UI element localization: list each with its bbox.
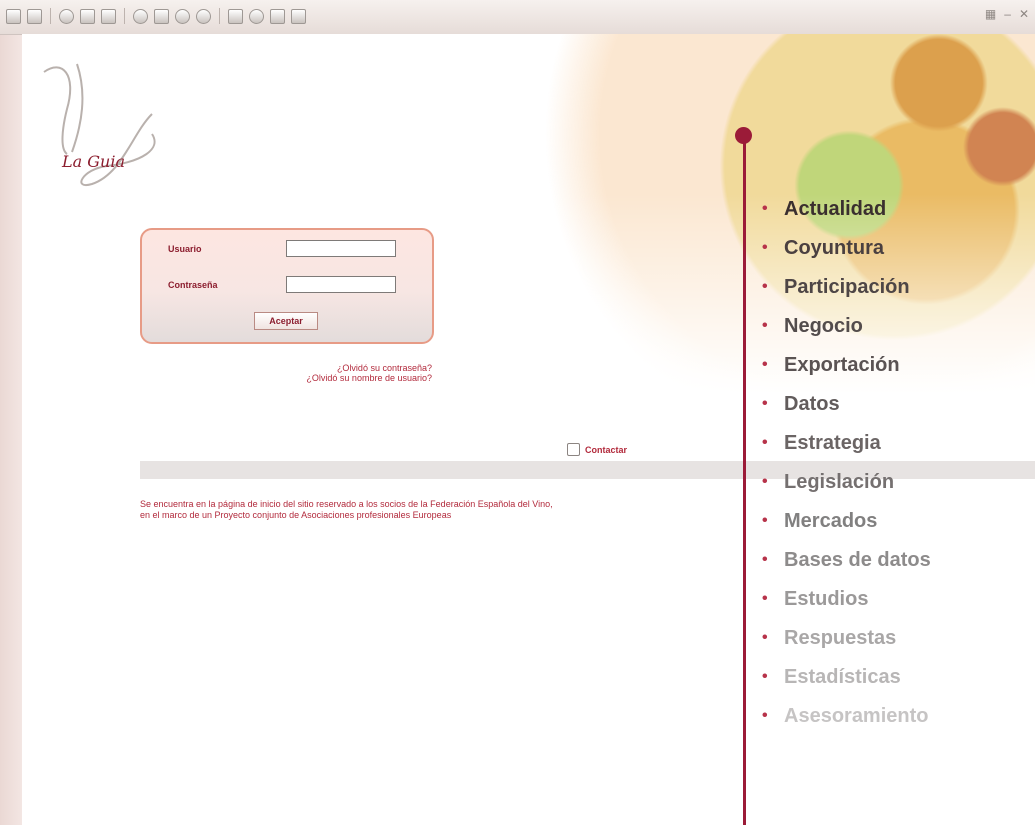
toolbar-separator (124, 8, 125, 24)
favorites-icon[interactable] (154, 8, 169, 24)
throbber-icon: ▦ (984, 7, 997, 21)
contact-link[interactable]: Contactar (567, 443, 627, 456)
toolbar-separator (219, 8, 220, 24)
nav-item-label: Coyuntura (784, 237, 884, 259)
password-input[interactable] (286, 276, 396, 293)
nav-item-actualidad[interactable]: • Actualidad (762, 198, 931, 237)
nav-item-bases-de-datos[interactable]: • Bases de datos (762, 549, 931, 588)
bullet-icon: • (762, 551, 768, 568)
bullet-icon: • (762, 434, 768, 451)
bullet-icon: • (762, 590, 768, 607)
bullet-icon: • (762, 278, 768, 295)
bullet-icon: • (762, 629, 768, 646)
forgot-password-link[interactable]: ¿Olvidó su contraseña? (252, 363, 432, 373)
nav-item-label: Estadísticas (784, 666, 901, 688)
nav-item-label: Actualidad (784, 198, 887, 220)
logo-flourish-icon (43, 63, 156, 187)
messenger-icon[interactable] (291, 8, 306, 24)
nav-item-label: Exportación (784, 354, 900, 376)
window-left-frame (0, 0, 22, 825)
nav-item-label: Mercados (784, 510, 878, 532)
nav-vertical-line (743, 135, 746, 825)
forward-icon[interactable] (27, 8, 42, 24)
logo-text: La Guia (62, 152, 125, 171)
minimize-icon[interactable]: – (1004, 7, 1011, 21)
nav-item-label: Estrategia (784, 432, 881, 454)
nav-item-label: Estudios (784, 588, 869, 610)
login-form: Usuario Contraseña Aceptar (140, 228, 434, 344)
refresh-icon[interactable] (80, 8, 95, 24)
nav-item-estrategia[interactable]: • Estrategia (762, 432, 931, 471)
toolbar-icons (6, 8, 306, 24)
submit-button[interactable]: Aceptar (254, 312, 318, 330)
nav-item-negocio[interactable]: • Negocio (762, 315, 931, 354)
bullet-icon: • (762, 200, 768, 217)
forgot-username-link[interactable]: ¿Olvidó su nombre de usuario? (252, 373, 432, 383)
nav-item-label: Participación (784, 276, 910, 298)
nav-dot-icon (735, 127, 752, 144)
password-label: Contraseña (168, 280, 218, 290)
nav-item-label: Asesoramiento (784, 705, 929, 727)
nav-item-label: Negocio (784, 315, 863, 337)
username-label: Usuario (168, 244, 202, 254)
edit-icon[interactable] (249, 8, 264, 24)
nav-item-mercados[interactable]: • Mercados (762, 510, 931, 549)
history-icon[interactable] (175, 8, 190, 24)
browser-toolbar: ▦ – ✕ (0, 0, 1035, 35)
nav-item-asesoramiento[interactable]: • Asesoramiento (762, 705, 931, 744)
bullet-icon: • (762, 395, 768, 412)
nav-item-participación[interactable]: • Participación (762, 276, 931, 315)
toolbar-separator (50, 8, 51, 24)
nav-item-label: Respuestas (784, 627, 897, 649)
bullet-icon: • (762, 668, 768, 685)
print-icon[interactable] (228, 8, 243, 24)
bullet-icon: • (762, 356, 768, 373)
nav-item-estudios[interactable]: • Estudios (762, 588, 931, 627)
info-text: Se encuentra en la página de inicio del … (140, 499, 553, 520)
page-content: La Guia Usuario Contraseña Aceptar ¿Olvi… (22, 34, 1035, 825)
close-icon[interactable]: ✕ (1019, 7, 1029, 21)
nav-item-label: Datos (784, 393, 840, 415)
bullet-icon: • (762, 707, 768, 724)
discuss-icon[interactable] (270, 8, 285, 24)
home-icon[interactable] (101, 8, 116, 24)
back-icon[interactable] (6, 8, 21, 24)
bullet-icon: • (762, 473, 768, 490)
main-nav: • Actualidad • Coyuntura • Participación • Nego… (762, 198, 931, 744)
bullet-icon: • (762, 239, 768, 256)
nav-item-exportación[interactable]: • Exportación (762, 354, 931, 393)
contact-label: Contactar (585, 444, 628, 455)
nav-item-respuestas[interactable]: • Respuestas (762, 627, 931, 666)
username-input[interactable] (286, 240, 396, 257)
nav-item-label: Bases de datos (784, 549, 931, 571)
search-icon[interactable] (133, 8, 148, 24)
bullet-icon: • (762, 512, 768, 529)
nav-item-legislación[interactable]: • Legislación (762, 471, 931, 510)
nav-item-label: Legislación (784, 471, 895, 493)
stop-icon[interactable] (59, 8, 74, 24)
nav-item-estadísticas[interactable]: • Estadísticas (762, 666, 931, 705)
mail-icon[interactable] (196, 8, 211, 24)
nav-item-coyuntura[interactable]: • Coyuntura (762, 237, 931, 276)
toolbar-right: ▦ – ✕ (985, 7, 1029, 21)
nav-item-datos[interactable]: • Datos (762, 393, 931, 432)
site-logo[interactable]: La Guia (32, 54, 182, 194)
bullet-icon: • (762, 317, 768, 334)
contact-icon (567, 443, 580, 456)
